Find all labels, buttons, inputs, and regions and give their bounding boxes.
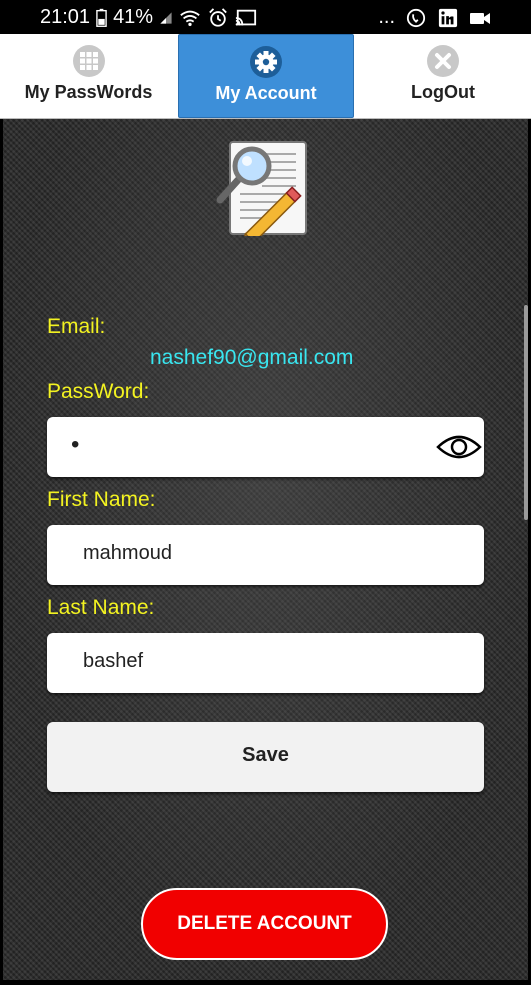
tab-my-passwords[interactable]: My PassWords — [0, 34, 177, 116]
status-left: 21:01 41% — [40, 6, 257, 29]
scroll-indicator[interactable] — [524, 305, 528, 520]
first-name-value: mahmoud — [83, 542, 172, 564]
last-name-field[interactable]: bashef — [47, 633, 484, 693]
gear-icon — [250, 46, 282, 78]
email-value: nashef90@gmail.com — [150, 346, 354, 369]
wifi-icon — [180, 10, 200, 26]
status-bar: 21:01 41% ... — [0, 0, 531, 34]
signal-icon — [160, 11, 172, 24]
save-button[interactable]: Save — [47, 722, 484, 792]
password-field[interactable]: • — [47, 417, 484, 477]
battery-icon — [96, 8, 107, 27]
delete-account-button[interactable]: DELETE ACCOUNT — [141, 888, 388, 960]
battery-percent: 41% — [113, 6, 154, 28]
bottom-edge — [0, 980, 531, 985]
cast-icon — [235, 9, 257, 26]
last-name-value: bashef — [83, 650, 144, 672]
video-icon — [470, 12, 490, 24]
first-name-label: First Name: — [47, 488, 156, 511]
tab-my-account[interactable]: My Account — [178, 34, 354, 118]
password-label: PassWord: — [47, 380, 150, 403]
grid-icon — [72, 45, 105, 77]
tab-label: LogOut — [411, 82, 475, 102]
first-name-field[interactable]: mahmoud — [47, 525, 484, 585]
tab-label: My PassWords — [24, 82, 153, 102]
status-right: ... — [378, 6, 491, 29]
eye-icon[interactable] — [436, 433, 482, 461]
last-name-label: Last Name: — [47, 596, 155, 619]
tab-bar: My PassWords My Account LogOut — [0, 34, 531, 119]
clock: 21:01 — [40, 6, 91, 28]
password-value: • — [71, 431, 80, 458]
call-icon — [406, 8, 426, 27]
close-circle-icon — [427, 45, 459, 77]
tab-label: My Account — [215, 83, 317, 103]
more-icon: ... — [378, 6, 395, 28]
alarm-icon — [209, 7, 227, 27]
document-search-edit-icon — [216, 141, 307, 236]
linkedin-icon — [438, 8, 458, 27]
tab-logout[interactable]: LogOut — [355, 34, 531, 116]
email-label: Email: — [47, 315, 106, 338]
